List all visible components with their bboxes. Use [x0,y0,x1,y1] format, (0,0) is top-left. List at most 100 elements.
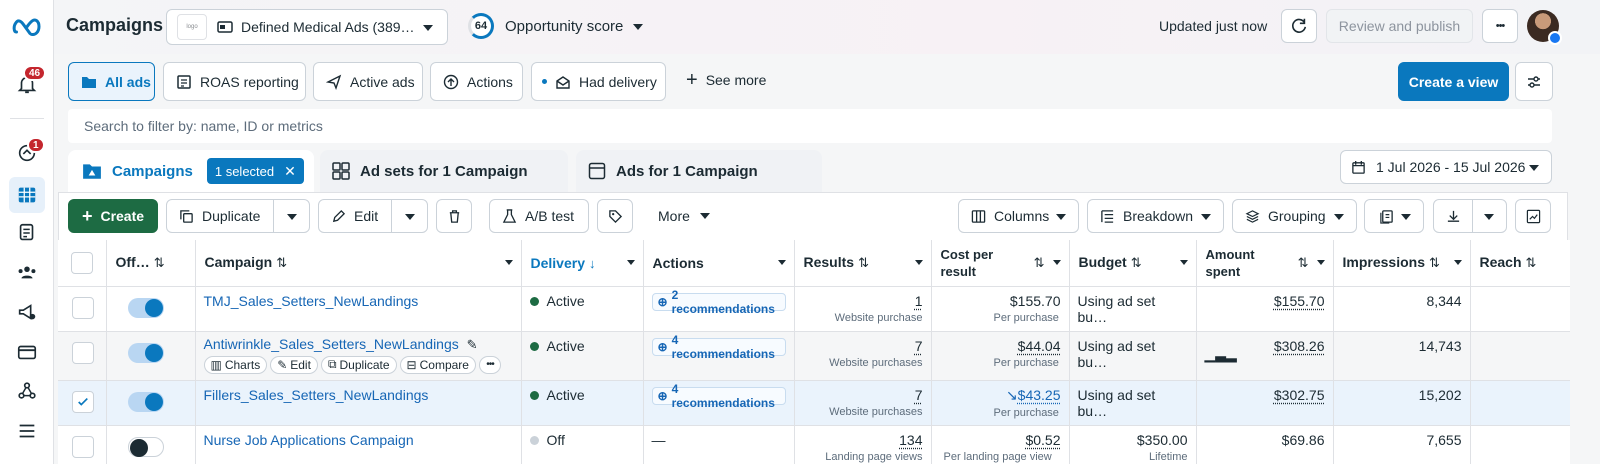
view-all-ads[interactable]: All ads [68,62,155,101]
date-range-picker[interactable]: 1 Jul 2026 - 15 Jul 2026 [1340,150,1552,184]
billing-icon[interactable] [9,334,45,370]
refresh-button[interactable] [1281,9,1317,43]
view-settings-button[interactable] [1515,62,1553,101]
duplicate-dropdown-icon[interactable] [287,214,297,220]
sort-icon[interactable]: ⇅ [1034,254,1045,271]
amount-spent-value[interactable]: $155.70 [1274,293,1325,309]
audiences-icon[interactable] [9,254,45,290]
cost-per-result-value[interactable]: $43.25 [1018,387,1061,403]
create-view-button[interactable]: Create a view [1398,62,1509,101]
column-header-amount-spent[interactable]: Amount spent ⇅ [1196,240,1333,286]
view-actions[interactable]: Actions [430,62,523,101]
column-header-impressions[interactable]: Impressions ⇅ [1333,240,1470,286]
amount-spent-value[interactable]: $308.26 [1274,338,1325,354]
campaign-name-link[interactable]: TMJ_Sales_Setters_NewLandings [204,293,419,309]
clear-selection-icon[interactable]: ✕ [284,163,296,180]
breakdown-button[interactable]: Breakdown [1087,199,1224,233]
amount-spent-value[interactable]: $302.75 [1274,387,1325,403]
column-menu-icon[interactable] [778,260,786,265]
column-menu-icon[interactable] [1454,260,1462,265]
recommendations-pill[interactable]: ⊕ 4 recommendations [652,387,786,405]
row-checkbox[interactable] [72,297,94,319]
column-menu-icon[interactable] [1317,260,1325,265]
delete-button[interactable] [436,199,472,233]
results-value[interactable]: 1 [915,293,923,309]
cost-per-result-value[interactable]: $0.52 [1025,432,1060,448]
tag-button[interactable] [597,199,633,233]
grouping-button[interactable]: Grouping [1232,199,1357,233]
column-header-results[interactable]: Results ⇅ [794,240,931,286]
column-header-delivery[interactable]: Delivery ↓ [521,240,643,286]
tab-ad-sets[interactable]: Ad sets for 1 Campaign [320,150,568,192]
sort-desc-icon[interactable]: ↓ [589,256,596,271]
cost-per-result-value[interactable]: $44.04 [1018,338,1061,354]
row-compare-button[interactable]: ⊟ Compare [400,356,476,374]
menu-icon[interactable] [9,413,45,449]
selected-chip[interactable]: 1 selected ✕ [207,158,304,184]
row-charts-button[interactable]: ▥ Charts [204,356,268,374]
view-roas-reporting[interactable]: ROAS reporting [163,62,306,101]
opportunity-score-dropdown[interactable]: Opportunity score [505,18,643,35]
create-button[interactable]: + Create [68,199,158,233]
avatar[interactable] [1527,10,1559,42]
rename-pencil-icon[interactable]: ✎ [467,337,478,352]
more-menu-button[interactable]: More [658,208,710,224]
edit-button[interactable]: Edit [318,199,428,233]
column-menu-icon[interactable] [505,260,513,265]
row-checkbox[interactable] [72,436,94,458]
column-menu-icon[interactable] [1180,260,1188,265]
sort-icon[interactable]: ⇅ [154,255,165,270]
view-had-delivery[interactable]: Had delivery [531,62,666,101]
sort-icon[interactable]: ⇅ [1131,255,1142,270]
column-header-cost-per-result[interactable]: Cost per result ⇅ [931,240,1069,286]
meta-logo-icon[interactable] [9,8,45,44]
select-all-checkbox[interactable] [71,252,93,274]
row-more-icon[interactable]: ••• [479,356,501,374]
ab-test-button[interactable]: A/B test [489,199,589,233]
column-menu-icon[interactable] [1053,260,1061,265]
sort-icon[interactable]: ⇅ [276,255,287,270]
column-header-offon[interactable]: Off… ⇅ [106,240,195,286]
campaign-name-link[interactable]: Fillers_Sales_Setters_NewLandings [204,387,429,403]
column-header-actions[interactable]: Actions [643,240,794,286]
row-checkbox-checked[interactable] [72,391,94,413]
results-value[interactable]: 7 [915,387,923,403]
column-menu-icon[interactable] [627,260,635,265]
row-duplicate-button[interactable]: ⧉ Duplicate [321,356,397,374]
column-menu-icon[interactable] [915,260,923,265]
tab-campaigns[interactable]: Campaigns 1 selected ✕ [68,150,314,192]
sort-icon[interactable]: ⇅ [1526,255,1537,270]
account-selector[interactable]: logo Defined Medical Ads (389… [166,9,448,45]
search-input[interactable]: Search to filter by: name, ID or metrics [68,109,1552,143]
column-header-campaign[interactable]: Campaign ⇅ [195,240,521,286]
table-row-selected[interactable]: Fillers_Sales_Setters_NewLandings Active… [58,380,1570,425]
export-button[interactable] [1433,199,1507,233]
campaign-name-link[interactable]: Nurse Job Applications Campaign [204,432,414,448]
edit-dropdown-icon[interactable] [405,214,415,220]
notifications-bell-icon[interactable]: 46 [9,66,45,102]
sort-icon[interactable]: ⇅ [1429,255,1440,270]
row-checkbox[interactable] [72,342,94,364]
review-publish-button[interactable]: Review and publish [1326,9,1473,43]
reports-button[interactable] [1364,199,1424,233]
table-row[interactable]: Antiwrinkle_Sales_Setters_NewLandings ✎ … [58,331,1570,380]
campaign-toggle[interactable] [128,392,164,412]
campaign-settings-icon[interactable] [9,294,45,330]
results-value[interactable]: 134 [899,432,922,448]
recommendations-pill[interactable]: ⊕ 2 recommendations [652,293,786,311]
row-edit-button[interactable]: ✎ Edit [270,356,318,374]
column-header-reach[interactable]: Reach ⇅ [1470,240,1570,286]
table-row[interactable]: TMJ_Sales_Setters_NewLandings Active ⊕ 2 … [58,286,1570,331]
campaign-toggle[interactable] [128,437,164,457]
column-header-budget[interactable]: Budget ⇅ [1069,240,1196,286]
bar-chart-icon[interactable]: ▁▃▂ [1205,346,1237,363]
tab-ads[interactable]: Ads for 1 Campaign [576,150,822,192]
table-row[interactable]: Nurse Job Applications Campaign Off — 13… [58,425,1570,464]
view-active-ads[interactable]: Active ads [313,62,423,101]
sort-icon[interactable]: ⇅ [858,255,869,270]
sort-icon[interactable]: ⇅ [1298,254,1309,271]
results-value[interactable]: 7 [915,338,923,354]
recommendations-pill[interactable]: ⊕ 4 recommendations [652,338,786,356]
more-options-button[interactable]: ••• [1482,9,1518,43]
see-more-button[interactable]: + See more [686,72,766,88]
